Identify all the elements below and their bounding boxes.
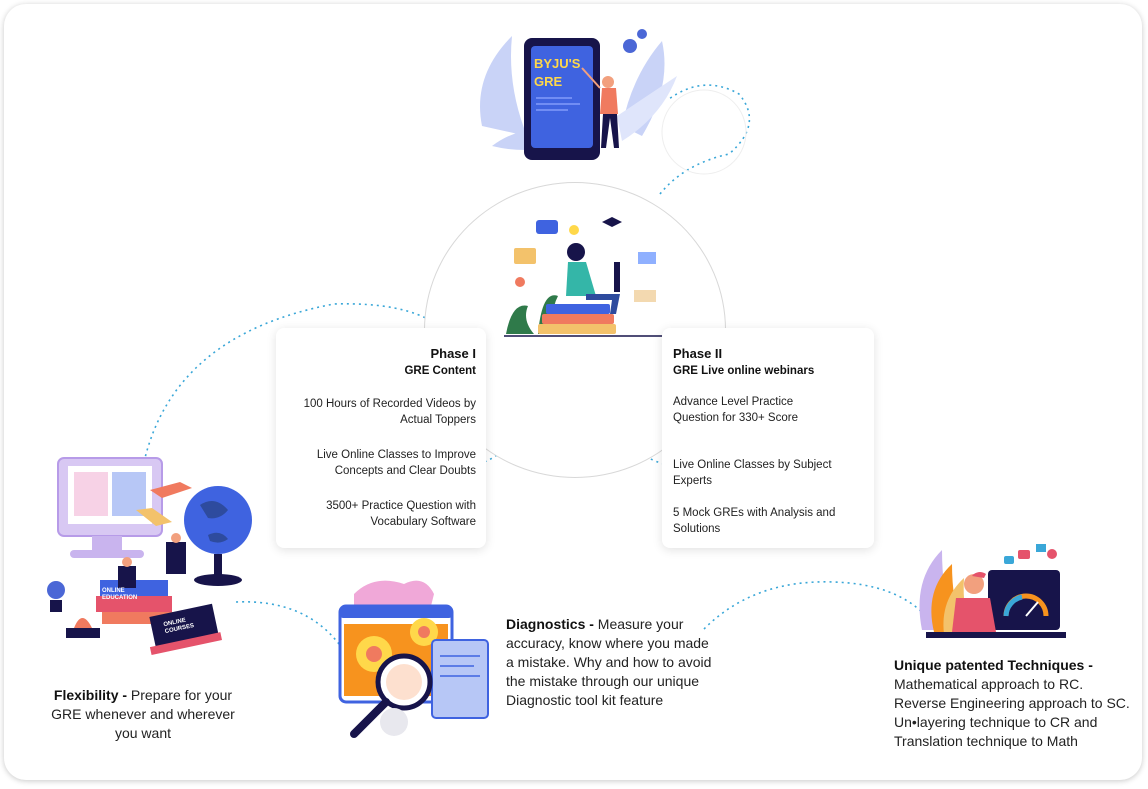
techniques-line-4: Translation technique to Math: [894, 733, 1078, 749]
flexibility-illustration: [47, 457, 252, 655]
phase1-title: Phase I: [430, 346, 476, 361]
student-illustration: [504, 217, 666, 337]
diagnostics-illustration: [338, 580, 489, 738]
book-label-1: ONLINE EDUCATION: [102, 588, 138, 601]
phase1-card: Phase I GRE Content 100 Hours of Recorde…: [276, 328, 486, 548]
tablet-subtitle: GRE: [534, 74, 563, 89]
phase2-subtitle: GRE Live online webinars: [673, 365, 815, 377]
phase2-item-1: Advance Level Practice Question for 330+…: [673, 396, 798, 424]
phase1-subtitle: GRE Content: [404, 365, 476, 377]
phase2-item-2: Live Online Classes by Subject Experts: [673, 459, 832, 487]
flexibility-heading: Flexibility -: [53, 687, 128, 703]
techniques-text: Unique patented Techniques - Mathematica…: [894, 656, 1142, 751]
diagram-frame: BYJU'S GRE Phase I GRE Content 100 Hours…: [4, 4, 1142, 780]
phase1-item-2: Live Online Classes to Improve Concepts …: [316, 449, 476, 477]
phase2-item-3: 5 Mock GREs with Analysis and Solutions: [673, 507, 836, 535]
techniques-line-1: Mathematical approach to RC.: [894, 676, 1084, 692]
techniques-line-2: Reverse Engineering approach to SC.: [894, 695, 1130, 711]
phase1-item-1: 100 Hours of Recorded Videos by Actual T…: [303, 398, 476, 426]
techniques-heading: Unique patented Techniques -: [894, 657, 1093, 673]
phase1-item-3: 3500+ Practice Question with Vocabulary …: [326, 500, 476, 528]
presenter-shirt: [600, 88, 618, 114]
hero-tablet-illustration: [480, 29, 677, 160]
tablet-brand: BYJU'S: [534, 56, 581, 71]
techniques-line-3: Un•layering technique to CR and: [894, 714, 1098, 730]
diagnostics-heading: Diagnostics -: [506, 616, 594, 632]
phase2-title: Phase II: [673, 346, 723, 361]
connector-diag-tech: [703, 581, 925, 630]
techniques-illustration: [919, 544, 1066, 638]
diagnostics-text: Diagnostics - Measure your accuracy, kno…: [506, 615, 716, 710]
phase2-card: Phase II GRE Live online webinars Advanc…: [662, 328, 874, 548]
presenter-head: [602, 76, 614, 88]
flexibility-text: Flexibility - Prepare for your GRE whene…: [38, 686, 248, 743]
